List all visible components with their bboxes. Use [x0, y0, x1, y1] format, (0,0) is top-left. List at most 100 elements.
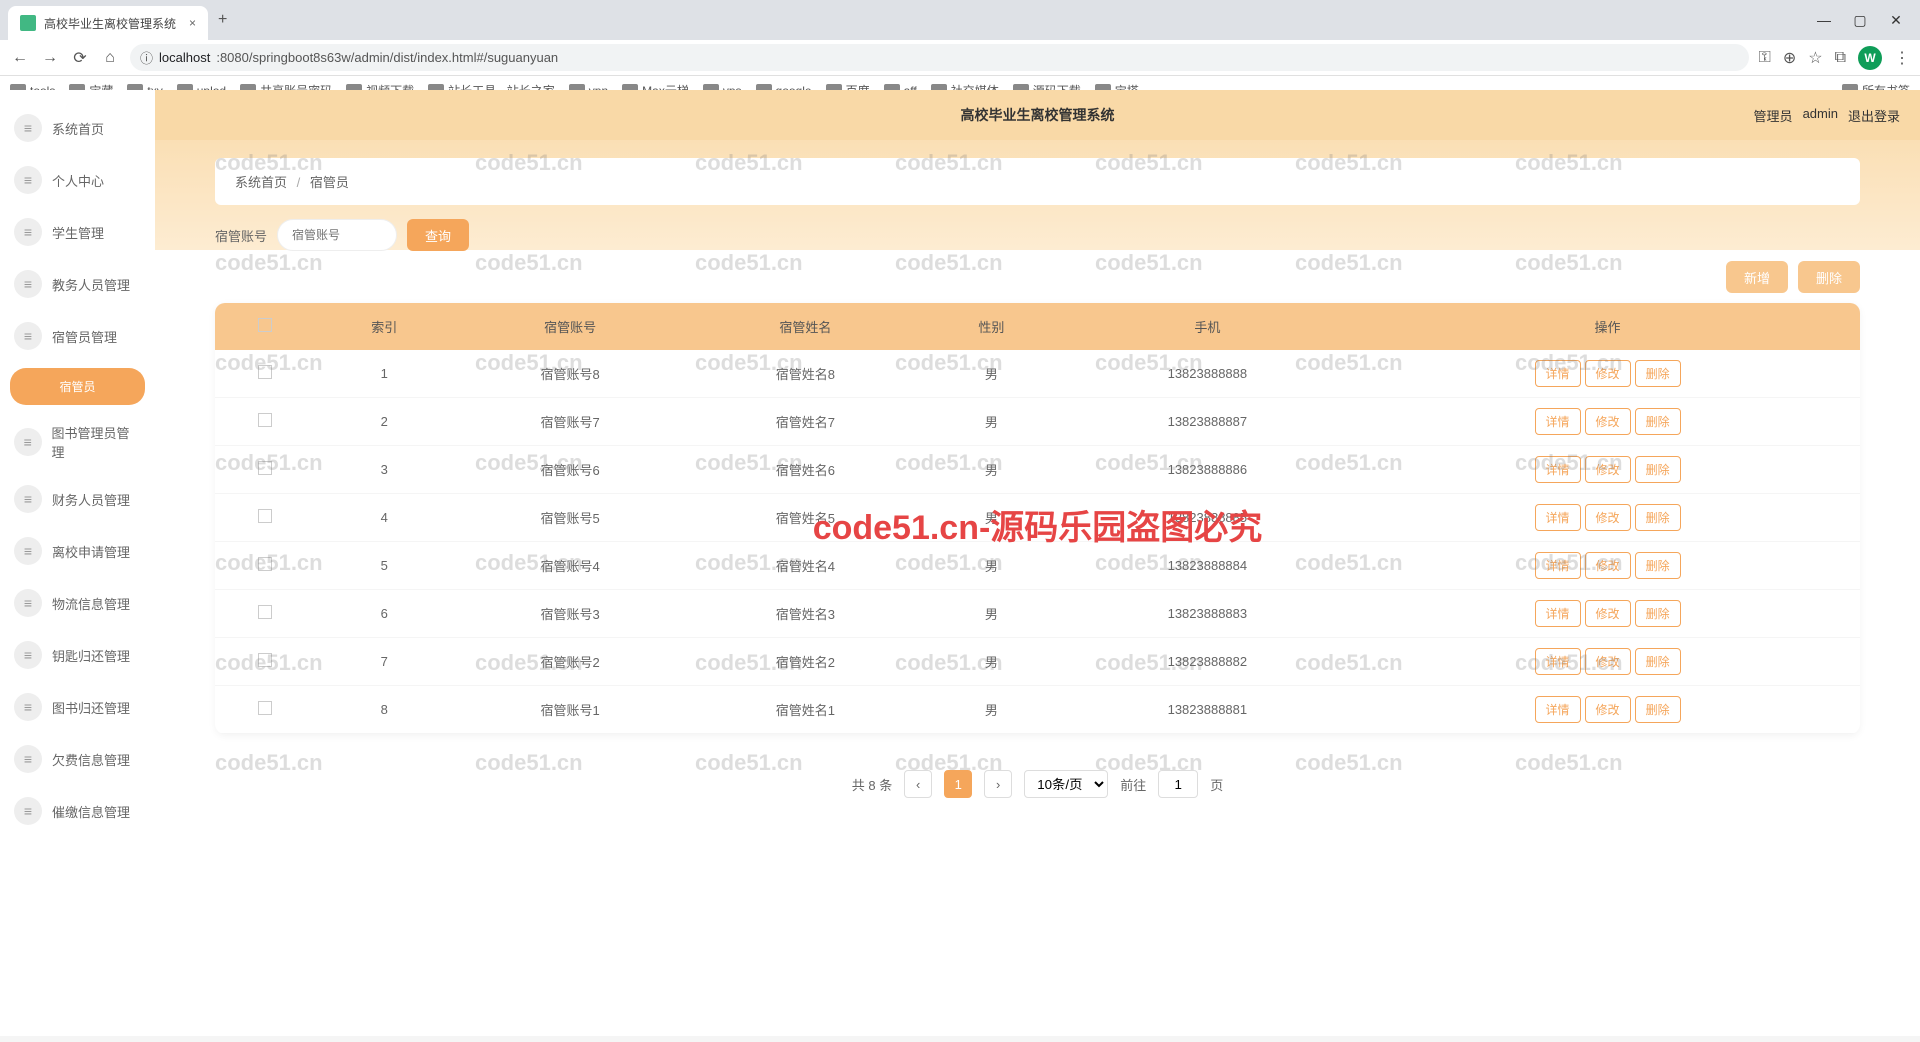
sidebar-item-label: 钥匙归还管理	[52, 646, 130, 665]
user-role: 管理员	[1754, 106, 1793, 125]
row-checkbox[interactable]	[258, 461, 272, 475]
cell-gender: 男	[923, 686, 1060, 734]
delete-button[interactable]: 删除	[1798, 261, 1860, 293]
minimize-icon[interactable]: —	[1810, 6, 1838, 34]
url-input[interactable]: ⓘ localhost :8080/springboot8s63w/admin/…	[130, 44, 1749, 71]
breadcrumb-separator: /	[297, 175, 301, 190]
edit-button[interactable]: 修改	[1585, 552, 1631, 579]
nav-icon: ≡	[14, 641, 42, 669]
edit-button[interactable]: 修改	[1585, 648, 1631, 675]
back-icon[interactable]: ←	[10, 49, 30, 67]
row-checkbox[interactable]	[258, 557, 272, 571]
nav-icon: ≡	[14, 797, 42, 825]
nav-icon: ≡	[14, 270, 42, 298]
sidebar-item[interactable]: ≡物流信息管理	[10, 583, 145, 623]
cell-ops: 详情修改删除	[1355, 494, 1860, 542]
sidebar-item-label: 学生管理	[52, 223, 104, 242]
forward-icon[interactable]: →	[40, 49, 60, 67]
translate-icon[interactable]: ⊕	[1783, 48, 1796, 68]
sidebar-item[interactable]: ≡学生管理	[10, 212, 145, 252]
home-icon[interactable]: ⌂	[100, 49, 120, 67]
detail-button[interactable]: 详情	[1535, 408, 1581, 435]
delete-row-button[interactable]: 删除	[1635, 504, 1681, 531]
row-checkbox[interactable]	[258, 509, 272, 523]
row-checkbox[interactable]	[258, 653, 272, 667]
sidebar-item[interactable]: ≡图书归还管理	[10, 687, 145, 727]
row-checkbox[interactable]	[258, 413, 272, 427]
browser-tab[interactable]: 高校毕业生离校管理系统 ×	[8, 6, 208, 40]
detail-button[interactable]: 详情	[1535, 504, 1581, 531]
next-page-button[interactable]: ›	[984, 770, 1012, 798]
edit-button[interactable]: 修改	[1585, 600, 1631, 627]
user-name[interactable]: admin	[1803, 106, 1838, 125]
extensions-icon[interactable]: ⧉	[1835, 49, 1846, 67]
cell-account: 宿管账号3	[453, 590, 688, 638]
search-input[interactable]	[277, 219, 397, 251]
cell-index: 8	[316, 686, 453, 734]
detail-button[interactable]: 详情	[1535, 552, 1581, 579]
page-size-select[interactable]: 10条/页	[1024, 770, 1108, 798]
detail-button[interactable]: 详情	[1535, 360, 1581, 387]
delete-row-button[interactable]: 删除	[1635, 552, 1681, 579]
detail-button[interactable]: 详情	[1535, 648, 1581, 675]
sidebar-item[interactable]: ≡图书管理员管理	[10, 417, 145, 467]
page-number-button[interactable]: 1	[944, 770, 972, 798]
table-row: 6宿管账号3宿管姓名3男13823888883详情修改删除	[215, 590, 1860, 638]
delete-row-button[interactable]: 删除	[1635, 360, 1681, 387]
sidebar-item-label: 图书管理员管理	[52, 423, 141, 461]
delete-row-button[interactable]: 删除	[1635, 456, 1681, 483]
sidebar-item[interactable]: ≡系统首页	[10, 108, 145, 148]
menu-icon[interactable]: ⋮	[1894, 48, 1910, 68]
reload-icon[interactable]: ⟳	[70, 48, 90, 68]
cell-phone: 13823888883	[1060, 590, 1355, 638]
row-checkbox[interactable]	[258, 701, 272, 715]
detail-button[interactable]: 详情	[1535, 600, 1581, 627]
key-icon[interactable]: ⚿	[1759, 49, 1771, 67]
row-checkbox[interactable]	[258, 605, 272, 619]
delete-row-button[interactable]: 删除	[1635, 600, 1681, 627]
sidebar-item[interactable]: ≡财务人员管理	[10, 479, 145, 519]
edit-button[interactable]: 修改	[1585, 456, 1631, 483]
cell-gender: 男	[923, 350, 1060, 398]
sidebar-item[interactable]: ≡ 钥匙归还管理	[10, 635, 145, 675]
breadcrumb-home[interactable]: 系统首页	[235, 175, 287, 190]
add-button[interactable]: 新增	[1726, 261, 1788, 293]
pagination: 共 8 条 ‹ 1 › 10条/页 前往 页	[155, 754, 1920, 814]
site-info-icon[interactable]: ⓘ	[140, 48, 153, 67]
row-checkbox[interactable]	[258, 365, 272, 379]
new-tab-button[interactable]: +	[208, 11, 237, 29]
search-button[interactable]: 查询	[407, 219, 469, 251]
delete-row-button[interactable]: 删除	[1635, 408, 1681, 435]
page-suffix: 页	[1210, 775, 1223, 794]
bookmark-star-icon[interactable]: ☆	[1808, 48, 1822, 68]
sidebar-item[interactable]: ≡催缴信息管理	[10, 791, 145, 831]
sidebar-item[interactable]: ≡欠费信息管理	[10, 739, 145, 779]
detail-button[interactable]: 详情	[1535, 696, 1581, 723]
detail-button[interactable]: 详情	[1535, 456, 1581, 483]
sidebar-item[interactable]: ≡宿管员管理	[10, 316, 145, 356]
sidebar-item[interactable]: ≡离校申请管理	[10, 531, 145, 571]
edit-button[interactable]: 修改	[1585, 360, 1631, 387]
sidebar-item[interactable]: ≡教务人员管理	[10, 264, 145, 304]
logout-link[interactable]: 退出登录	[1848, 106, 1900, 125]
search-row: 宿管账号 查询	[215, 219, 1860, 251]
pagination-total: 共 8 条	[852, 775, 892, 794]
edit-button[interactable]: 修改	[1585, 408, 1631, 435]
delete-row-button[interactable]: 删除	[1635, 648, 1681, 675]
select-all-checkbox[interactable]	[258, 318, 272, 332]
close-window-icon[interactable]: ✕	[1882, 6, 1910, 34]
prev-page-button[interactable]: ‹	[904, 770, 932, 798]
delete-row-button[interactable]: 删除	[1635, 696, 1681, 723]
sidebar-item-label: 宿管员管理	[52, 327, 117, 346]
tab-close-icon[interactable]: ×	[189, 16, 196, 30]
sidebar-item[interactable]: ≡个人中心	[10, 160, 145, 200]
nav-icon: ≡	[14, 589, 42, 617]
edit-button[interactable]: 修改	[1585, 504, 1631, 531]
user-area: 管理员 admin 退出登录	[1754, 106, 1900, 125]
sidebar-submenu-item[interactable]: 宿管员	[10, 368, 145, 405]
profile-avatar[interactable]: W	[1858, 46, 1882, 70]
nav-icon: ≡	[14, 745, 42, 773]
edit-button[interactable]: 修改	[1585, 696, 1631, 723]
maximize-icon[interactable]: ▢	[1846, 6, 1874, 34]
goto-page-input[interactable]	[1158, 770, 1198, 798]
